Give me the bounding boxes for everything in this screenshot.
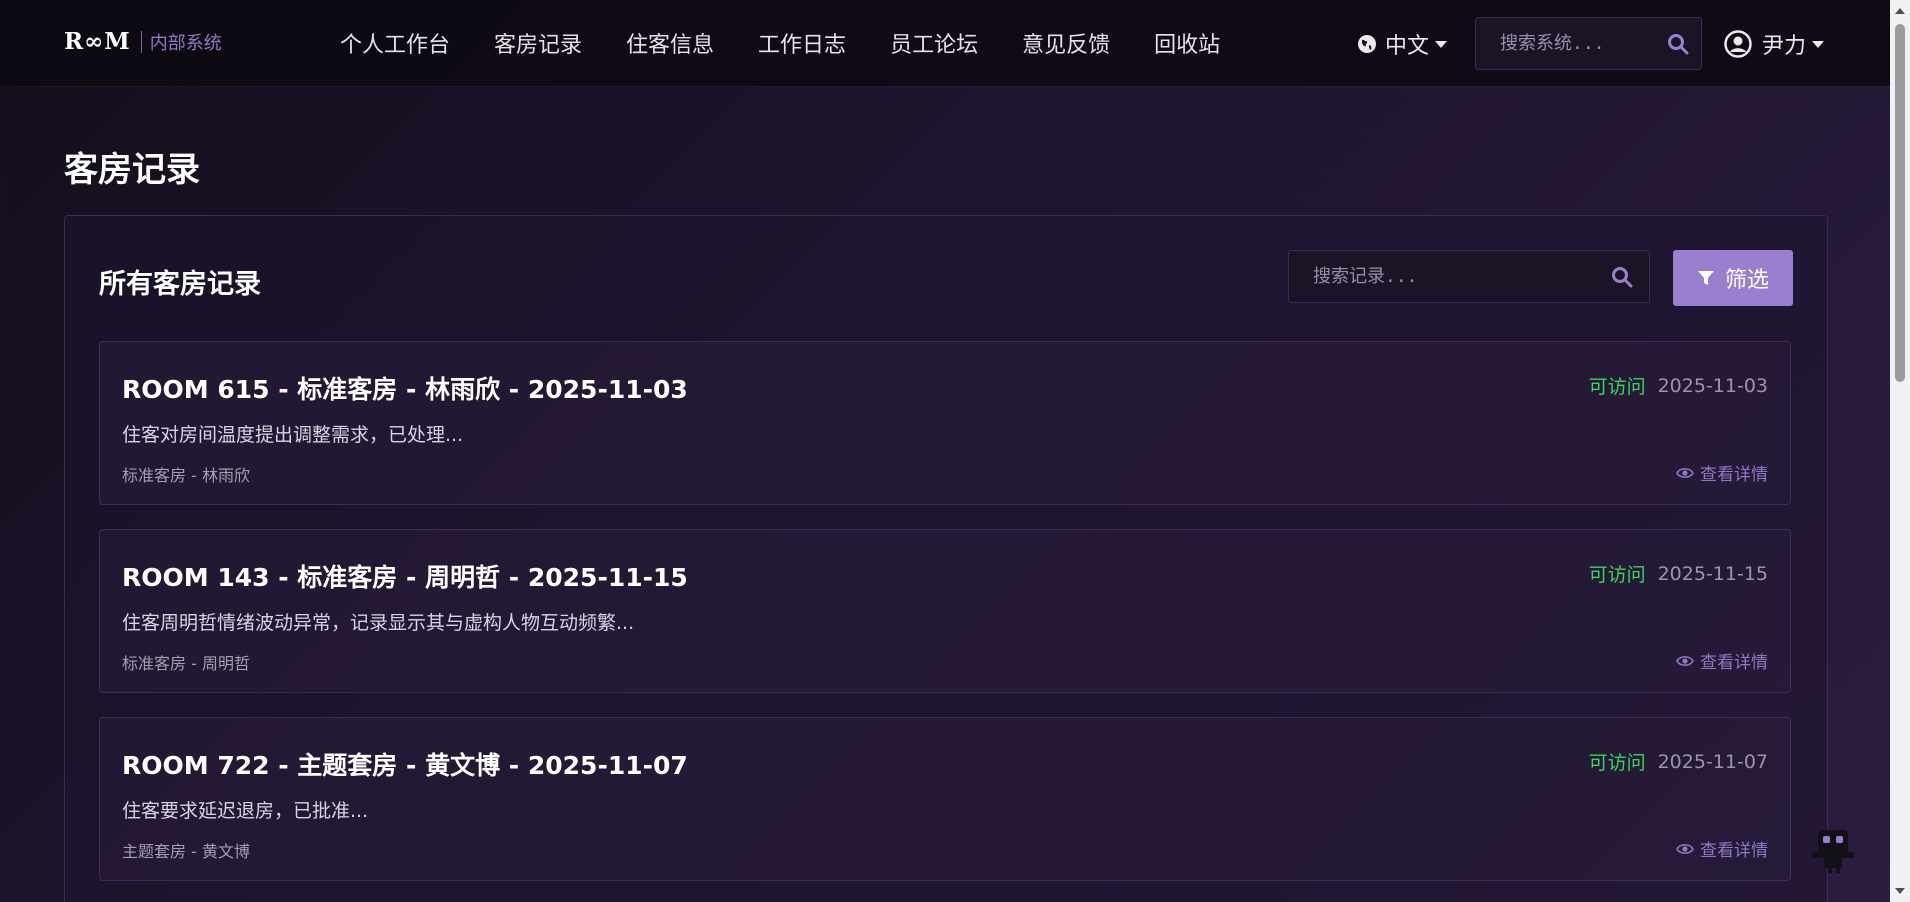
record-meta: 可访问 2025-11-15 [1589, 560, 1768, 587]
records-card: 所有客房记录 筛选 ROOM 615 - 标准客房 - 林雨欣 - 2025-1… [64, 215, 1828, 902]
record-subtitle: 主题套房 - 黄文博 [122, 842, 250, 861]
brand-subtitle: 内部系统 [149, 32, 222, 54]
status-badge: 可访问 [1588, 376, 1646, 398]
filter-button[interactable]: 筛选 [1673, 250, 1793, 306]
nav-link-recycle-bin[interactable]: 回收站 [1154, 27, 1220, 59]
record-description: 住客对房间温度提出调整需求，已处理... [122, 424, 464, 446]
robot-assistant-widget[interactable] [1810, 826, 1856, 874]
nav-search-box [1475, 17, 1702, 70]
record-description: 住客周明哲情绪波动异常，记录显示其与虚构人物互动频繁... [122, 612, 635, 634]
status-badge: 可访问 [1588, 752, 1646, 774]
record-date: 2025-11-15 [1657, 562, 1768, 585]
scroll-up-arrow-icon[interactable] [1895, 8, 1905, 14]
nav-search-input[interactable] [1500, 33, 1667, 54]
globe-icon [1358, 35, 1376, 53]
record-item[interactable]: ROOM 722 - 主题套房 - 黄文博 - 2025-11-07 可访问 2… [99, 717, 1791, 881]
records-search-box [1288, 250, 1650, 303]
record-date: 2025-11-03 [1657, 374, 1768, 397]
records-search-input[interactable] [1313, 266, 1611, 287]
view-details-label: 查看详情 [1700, 841, 1768, 861]
page-title: 客房记录 [64, 150, 200, 190]
record-item[interactable]: ROOM 615 - 标准客房 - 林雨欣 - 2025-11-03 可访问 2… [99, 341, 1791, 505]
nav-link-staff-forum[interactable]: 员工论坛 [890, 27, 978, 59]
eye-icon [1676, 467, 1694, 478]
record-meta: 可访问 2025-11-07 [1589, 748, 1768, 775]
record-meta: 可访问 2025-11-03 [1589, 372, 1768, 399]
record-title[interactable]: ROOM 722 - 主题套房 - 黄文博 - 2025-11-07 [122, 746, 688, 782]
eye-icon [1676, 655, 1694, 666]
filter-button-label: 筛选 [1724, 267, 1769, 292]
record-description: 住客要求延迟退房，已批准... [122, 800, 369, 822]
record-subtitle: 标准客房 - 周明哲 [122, 654, 250, 673]
card-title: 所有客房记录 [99, 269, 261, 300]
page-scrollbar[interactable] [1890, 0, 1910, 902]
view-details-link[interactable]: 查看详情 [1676, 460, 1768, 485]
chevron-down-icon [1812, 40, 1825, 48]
nav-link-work-log[interactable]: 工作日志 [758, 27, 846, 59]
user-menu[interactable]: 尹力 [1724, 28, 1825, 60]
robot-icon [1812, 830, 1854, 873]
scrollbar-thumb[interactable] [1895, 24, 1905, 382]
status-badge: 可访问 [1588, 564, 1646, 586]
language-selector[interactable]: 中文 [1357, 28, 1448, 60]
search-icon[interactable] [1611, 266, 1633, 288]
view-details-label: 查看详情 [1700, 653, 1768, 673]
record-item[interactable]: ROOM 143 - 标准客房 - 周明哲 - 2025-11-15 可访问 2… [99, 529, 1791, 693]
nav-link-guest-info[interactable]: 住客信息 [626, 27, 714, 59]
filter-icon [1697, 271, 1714, 285]
record-date: 2025-11-07 [1657, 750, 1768, 773]
brand-logo: R∞M [64, 28, 131, 55]
eye-icon [1676, 843, 1694, 854]
scroll-down-arrow-icon[interactable] [1895, 888, 1905, 894]
nav-link-feedback[interactable]: 意见反馈 [1022, 27, 1110, 59]
nav-link-room-records[interactable]: 客房记录 [494, 27, 582, 59]
brand[interactable]: R∞M 内部系统 [64, 28, 222, 55]
top-navbar: R∞M 内部系统 个人工作台 客房记录 住客信息 工作日志 员工论坛 意见反馈 … [0, 0, 1890, 86]
record-subtitle: 标准客房 - 林雨欣 [122, 466, 250, 485]
chevron-down-icon [1435, 40, 1448, 48]
search-icon[interactable] [1667, 33, 1689, 55]
brand-divider [140, 30, 142, 53]
record-title[interactable]: ROOM 143 - 标准客房 - 周明哲 - 2025-11-15 [122, 558, 688, 594]
record-title[interactable]: ROOM 615 - 标准客房 - 林雨欣 - 2025-11-03 [122, 370, 688, 406]
view-details-link[interactable]: 查看详情 [1676, 648, 1768, 673]
language-label: 中文 [1385, 34, 1430, 59]
view-details-label: 查看详情 [1700, 465, 1768, 485]
nav-links: 个人工作台 客房记录 住客信息 工作日志 员工论坛 意见反馈 回收站 [340, 0, 1264, 86]
nav-link-workbench[interactable]: 个人工作台 [340, 27, 450, 59]
user-circle-icon [1724, 30, 1752, 58]
user-name: 尹力 [1762, 34, 1807, 59]
view-details-link[interactable]: 查看详情 [1676, 836, 1768, 861]
